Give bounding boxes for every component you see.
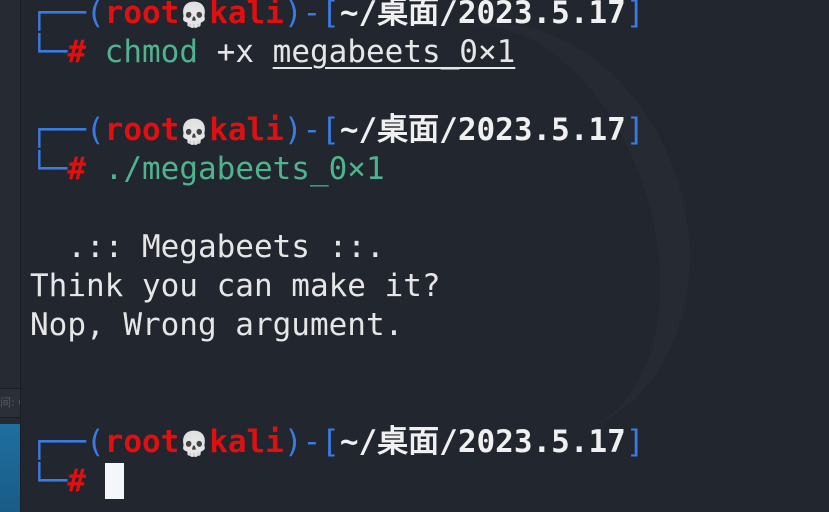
prompt-symbol: # — [67, 34, 86, 70]
terminal-window[interactable]: ┌──(root💀kali)-[~/桌面/2023.5.17] └─# chmo… — [21, 0, 829, 512]
prompt-header: ┌──(root💀kali)-[~/桌面/2023.5.17] — [30, 112, 645, 148]
prompt-user: root — [104, 424, 180, 460]
prompt-host: kali — [209, 424, 284, 460]
active-command-line[interactable]: └─# — [30, 462, 645, 501]
prompt-host: kali — [209, 0, 284, 31]
prompt-symbol: # — [67, 463, 86, 499]
prompt-path: ~/桌面/2023.5.17 — [339, 112, 626, 148]
output-line: Nop, Wrong argument. — [30, 307, 404, 343]
text-cursor — [104, 463, 124, 499]
prompt-symbol: # — [67, 151, 86, 187]
command-args: +x — [216, 34, 254, 70]
skull-icon: 💀 — [179, 430, 210, 458]
prompt-user: root — [104, 0, 180, 31]
terminal-output: ┌──(root💀kali)-[~/桌面/2023.5.17] └─# chmo… — [30, 0, 645, 501]
command: chmod — [104, 34, 198, 70]
prompt-path: ~/桌面/2023.5.17 — [339, 424, 626, 460]
output-line: .:: Megabeets ::. — [30, 229, 385, 265]
prompt-header: ┌──(root💀kali)-[~/桌面/2023.5.17] — [30, 0, 645, 33]
prompt-host: kali — [209, 112, 284, 148]
command-line: └─# chmod +x megabeets_0×1 — [30, 34, 516, 70]
prompt-header: ┌──(root💀kali)-[~/桌面/2023.5.17] — [30, 424, 645, 460]
skull-icon: 💀 — [179, 118, 210, 146]
skull-icon: 💀 — [179, 1, 210, 29]
command: ./megabeets_0×1 — [104, 151, 385, 187]
background-desktop-strip: 间: 61.1 GiB — [0, 0, 21, 512]
disk-stat: 间: 61.1 GiB — [0, 396, 20, 409]
command-line: └─# ./megabeets_0×1 — [30, 151, 385, 187]
command-file: megabeets_0×1 — [272, 34, 516, 70]
desktop-wallpaper — [0, 424, 20, 512]
output-line: Think you can make it? — [30, 268, 441, 304]
prompt-user: root — [104, 112, 180, 148]
prompt-path: ~/桌面/2023.5.17 — [339, 0, 626, 31]
